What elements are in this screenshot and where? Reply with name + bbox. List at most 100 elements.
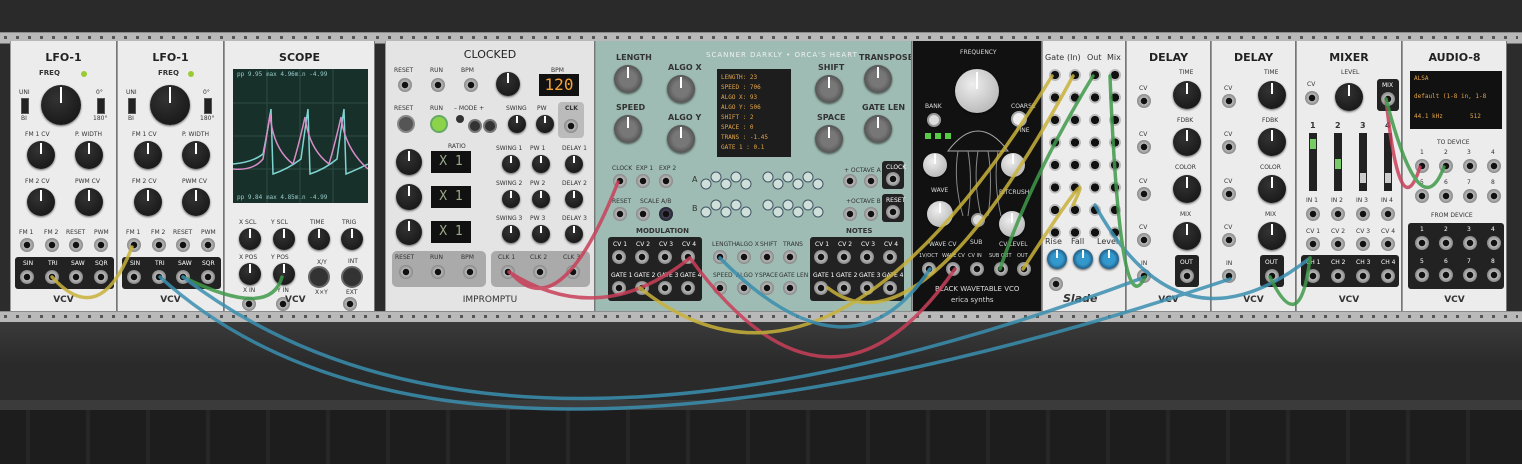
sqr-out-jack[interactable]	[201, 270, 215, 284]
octave-b-in-jack[interactable]	[843, 207, 857, 221]
algoy-in-jack[interactable]	[737, 281, 751, 295]
fm2cv-knob[interactable]	[27, 188, 55, 216]
slade-in-jack[interactable]	[1049, 277, 1063, 291]
level-knob[interactable]	[1099, 249, 1119, 269]
xy-mode-button[interactable]	[308, 266, 330, 288]
black-wavetable-vco-module[interactable]: FREQUENCY BANK COARSE FINE WAVE BITCRUSH…	[912, 41, 1042, 311]
bank-button[interactable]	[927, 113, 941, 127]
delay-out-jack[interactable]	[1265, 269, 1279, 283]
note-gate3-jack[interactable]	[860, 281, 874, 295]
exp1-jack[interactable]	[636, 174, 650, 188]
note-cv4-jack[interactable]	[883, 250, 897, 264]
reset-in-jack[interactable]	[613, 207, 627, 221]
freq-knob[interactable]	[41, 85, 81, 125]
run-out-jack[interactable]	[431, 265, 445, 279]
to-device-5-jack[interactable]	[1415, 189, 1429, 203]
color-cv-jack[interactable]	[1222, 187, 1236, 201]
mix-cv-jack[interactable]	[1137, 233, 1151, 247]
level-cv-jack[interactable]	[1305, 91, 1319, 105]
xscl-knob[interactable]	[239, 228, 261, 250]
mode-minus-button[interactable]	[468, 119, 482, 133]
to-device-2-jack[interactable]	[1439, 159, 1453, 173]
wave-cv-knob[interactable]	[927, 201, 953, 227]
mod-cv4-jack[interactable]	[681, 250, 695, 264]
ch2-out-jack[interactable]	[1331, 269, 1345, 283]
mod-gate3-jack[interactable]	[658, 281, 672, 295]
reset-button[interactable]	[397, 115, 415, 133]
clocked-module[interactable]: CLOCKED RESET RUN BPM BPM 120 RESET RUN …	[385, 41, 595, 311]
phase-switch[interactable]	[204, 98, 212, 114]
slade-jack-grid[interactable]	[1045, 65, 1125, 245]
pwidth-knob[interactable]	[75, 141, 103, 169]
reset-in-jack[interactable]	[398, 78, 412, 92]
to-device-1-jack[interactable]	[1415, 159, 1429, 173]
color-cv-jack[interactable]	[1137, 187, 1151, 201]
pw-knob[interactable]	[536, 115, 554, 133]
ch1-out-jack[interactable]	[1306, 269, 1320, 283]
time-knob[interactable]	[1258, 81, 1286, 109]
speed-in-jack[interactable]	[713, 281, 727, 295]
algoy-knob[interactable]	[667, 125, 695, 153]
delay-module-1[interactable]: DELAY TIME CV FDBK CV COLOR CV MIX CV IN…	[1126, 41, 1211, 311]
x-in-jack[interactable]	[242, 297, 256, 311]
mod-cv2-jack[interactable]	[635, 250, 649, 264]
tri-out-jack[interactable]	[45, 270, 59, 284]
note-cv1-jack[interactable]	[814, 250, 828, 264]
in1-jack[interactable]	[1306, 207, 1320, 221]
pwm-jack[interactable]	[201, 238, 215, 252]
in4-jack[interactable]	[1381, 207, 1395, 221]
clk-out-jack[interactable]	[564, 119, 578, 133]
sub-out-jack[interactable]	[994, 262, 1008, 276]
block-size-field[interactable]: 512	[1470, 113, 1481, 120]
delay-in-jack[interactable]	[1137, 269, 1151, 283]
from-device-4-jack[interactable]	[1487, 236, 1501, 250]
reset-out-jack[interactable]	[399, 265, 413, 279]
gatelen-in-jack[interactable]	[783, 281, 797, 295]
run-button[interactable]	[430, 115, 448, 133]
fm2cv-knob[interactable]	[134, 188, 162, 216]
saw-out-jack[interactable]	[176, 270, 190, 284]
length-in-jack[interactable]	[713, 250, 727, 264]
cv2-jack[interactable]	[1331, 237, 1345, 251]
to-device-6-jack[interactable]	[1439, 189, 1453, 203]
mix-knob[interactable]	[1258, 222, 1286, 250]
time-knob[interactable]	[1173, 81, 1201, 109]
color-knob[interactable]	[1173, 175, 1201, 203]
fdbk-knob[interactable]	[1173, 128, 1201, 156]
note-cv3-jack[interactable]	[860, 250, 874, 264]
algox-knob[interactable]	[667, 75, 695, 103]
run-in-jack[interactable]	[431, 78, 445, 92]
ratio1-knob[interactable]	[396, 149, 422, 175]
from-device-5-jack[interactable]	[1415, 268, 1429, 282]
pw3-knob[interactable]	[532, 225, 550, 243]
fdbk-cv-jack[interactable]	[1222, 140, 1236, 154]
to-device-7-jack[interactable]	[1463, 189, 1477, 203]
sub-switch[interactable]	[971, 213, 985, 227]
mod-gate2-jack[interactable]	[635, 281, 649, 295]
level-knob[interactable]	[1335, 83, 1363, 111]
time-cv-jack[interactable]	[1222, 94, 1236, 108]
out-jack[interactable]	[1017, 262, 1031, 276]
phase-switch[interactable]	[97, 98, 105, 114]
bpm-in-jack[interactable]	[464, 78, 478, 92]
delay3-knob[interactable]	[565, 225, 583, 243]
clk2-out-jack[interactable]	[533, 265, 547, 279]
swing-knob[interactable]	[508, 115, 526, 133]
uni-bi-switch[interactable]	[21, 98, 29, 114]
algox-in-jack[interactable]	[737, 250, 751, 264]
scale-b-jack[interactable]	[659, 207, 673, 221]
yscl-knob[interactable]	[273, 228, 295, 250]
to-device-4-jack[interactable]	[1487, 159, 1501, 173]
time-cv-jack[interactable]	[1137, 94, 1151, 108]
from-device-8-jack[interactable]	[1487, 268, 1501, 282]
from-device-3-jack[interactable]	[1463, 236, 1477, 250]
ch3-out-jack[interactable]	[1356, 269, 1370, 283]
fader-1[interactable]	[1309, 133, 1317, 191]
pwmcv-knob[interactable]	[75, 188, 103, 216]
scale-a-jack[interactable]	[636, 207, 650, 221]
reset-out-jack[interactable]	[886, 205, 900, 219]
transpose-knob[interactable]	[864, 65, 892, 93]
fdbk-cv-jack[interactable]	[1137, 140, 1151, 154]
wave-cv-jack[interactable]	[946, 262, 960, 276]
fm2-jack[interactable]	[152, 238, 166, 252]
